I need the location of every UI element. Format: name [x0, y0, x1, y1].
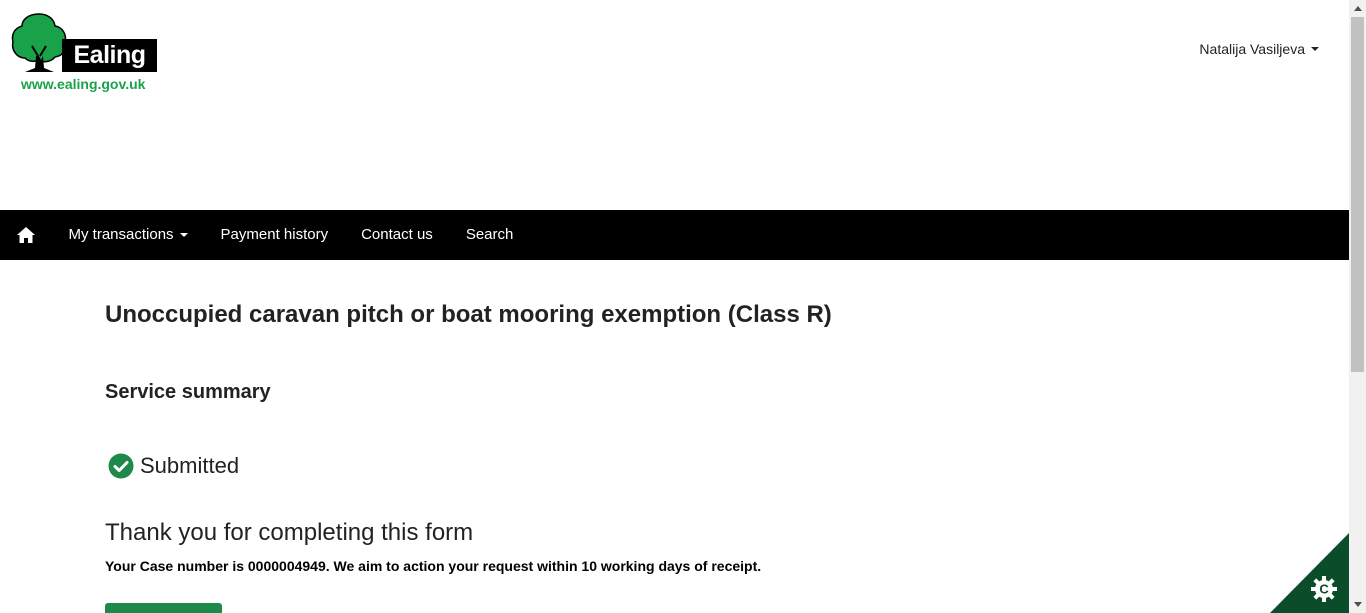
case-number-message: Your Case number is 0000004949. We aim t…: [105, 558, 762, 574]
thank-you-heading: Thank you for completing this form: [105, 519, 474, 546]
ealing-logo[interactable]: Ealing www.ealing.gov.uk: [10, 12, 162, 94]
nav-search[interactable]: Search: [449, 210, 530, 260]
check-circle-icon: [108, 453, 134, 479]
status-submitted: Submitted: [108, 453, 239, 479]
page: Ealing www.ealing.gov.uk Natalija Vasilj…: [0, 0, 1349, 613]
svg-text:C: C: [1319, 582, 1329, 597]
nav-item-label: My transactions: [68, 226, 174, 243]
nav-item-label: Payment history: [220, 226, 329, 243]
page-title: Unoccupied caravan pitch or boat mooring…: [105, 301, 832, 328]
user-menu[interactable]: Natalija Vasiljeva: [1199, 41, 1319, 57]
cookie-corner-shape: C: [1270, 533, 1349, 613]
service-summary-heading: Service summary: [105, 381, 271, 403]
nav-payment-history[interactable]: Payment history: [204, 210, 345, 260]
main-navigation: My transactions Payment history Contact …: [0, 210, 1349, 260]
nav-contact-us[interactable]: Contact us: [345, 210, 450, 260]
cookie-settings-button[interactable]: C: [1270, 533, 1349, 613]
logo-wordmark: Ealing: [62, 39, 157, 72]
nav-home-button[interactable]: [0, 210, 52, 260]
nav-item-label: Search: [465, 226, 514, 243]
user-name: Natalija Vasiljeva: [1199, 41, 1305, 57]
continue-button[interactable]: [105, 603, 222, 613]
status-label: Submitted: [140, 453, 240, 478]
tree-logo-icon: [11, 13, 67, 72]
chevron-down-icon: [179, 233, 188, 237]
scroll-down-arrow-icon[interactable]: [1349, 596, 1366, 613]
logo-url: www.ealing.gov.uk: [21, 76, 146, 92]
vertical-scrollbar[interactable]: [1349, 0, 1366, 613]
scrollbar-thumb[interactable]: [1351, 17, 1364, 372]
cookie-icon: C: [1311, 576, 1337, 602]
nav-my-transactions[interactable]: My transactions: [52, 210, 204, 260]
scroll-up-arrow-icon[interactable]: [1349, 0, 1366, 17]
nav-item-label: Contact us: [361, 226, 433, 243]
home-icon: [17, 227, 35, 243]
chevron-down-icon: [1311, 47, 1319, 51]
